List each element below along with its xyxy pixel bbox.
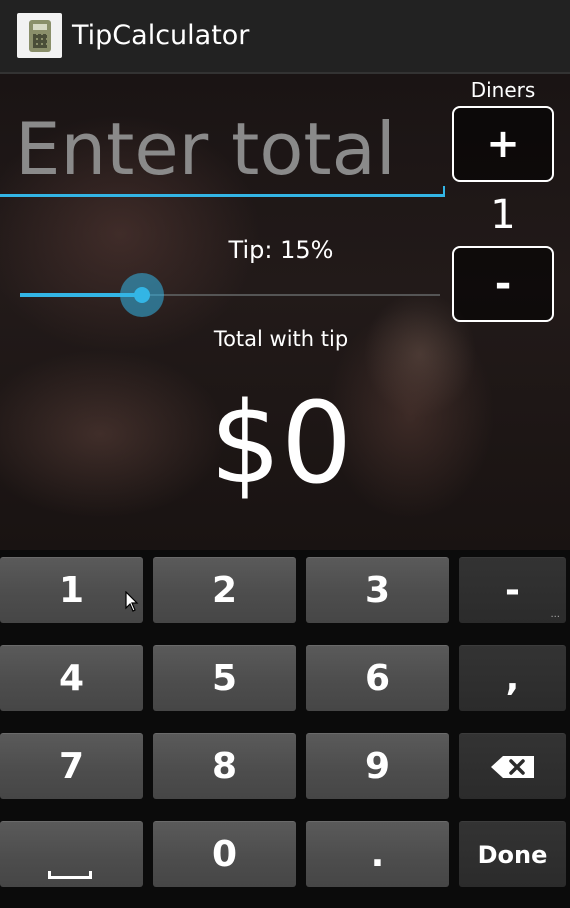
tip-slider[interactable] — [20, 269, 440, 321]
total-input[interactable] — [0, 99, 445, 199]
main-content: Diners + 1 - Tip: 15% Total with tip $0 — [0, 74, 570, 550]
remove-diner-button[interactable]: - — [452, 246, 554, 322]
backspace-icon — [490, 755, 534, 778]
slider-thumb[interactable] — [119, 273, 164, 317]
key-8[interactable]: 8 — [153, 733, 296, 799]
space-key[interactable] — [0, 821, 143, 887]
total-with-tip-amount: $0 — [209, 379, 353, 509]
key-comma[interactable]: , — [459, 645, 566, 711]
add-diner-button[interactable]: + — [452, 106, 554, 182]
done-key[interactable]: Done — [459, 821, 566, 887]
action-bar: TipCalculator — [0, 0, 570, 74]
backspace-key[interactable] — [459, 733, 566, 799]
key-period[interactable]: . — [306, 821, 449, 887]
diners-label: Diners — [470, 78, 536, 102]
key-6[interactable]: 6 — [306, 645, 449, 711]
key-3[interactable]: 3 — [306, 557, 449, 623]
app-title: TipCalculator — [72, 20, 250, 51]
input-underline — [0, 186, 445, 197]
space-bar-icon — [48, 871, 92, 879]
numeric-keyboard: 1 2 3 - ... 4 5 6 , 7 8 9 0 . Done — [0, 550, 570, 908]
more-keys-indicator: ... — [550, 609, 560, 620]
key-minus[interactable]: - ... — [459, 557, 566, 623]
key-2[interactable]: 2 — [153, 557, 296, 623]
mouse-cursor-icon — [125, 591, 139, 612]
key-minus-label: - — [505, 570, 520, 611]
tip-label: Tip: 15% — [228, 236, 334, 264]
calculator-icon[interactable] — [17, 13, 62, 58]
key-7[interactable]: 7 — [0, 733, 143, 799]
key-9[interactable]: 9 — [306, 733, 449, 799]
diners-count: 1 — [490, 192, 516, 238]
key-0[interactable]: 0 — [153, 821, 296, 887]
key-4[interactable]: 4 — [0, 645, 143, 711]
key-5[interactable]: 5 — [153, 645, 296, 711]
key-1[interactable]: 1 — [0, 557, 143, 623]
total-with-tip-label: Total with tip — [213, 327, 349, 351]
